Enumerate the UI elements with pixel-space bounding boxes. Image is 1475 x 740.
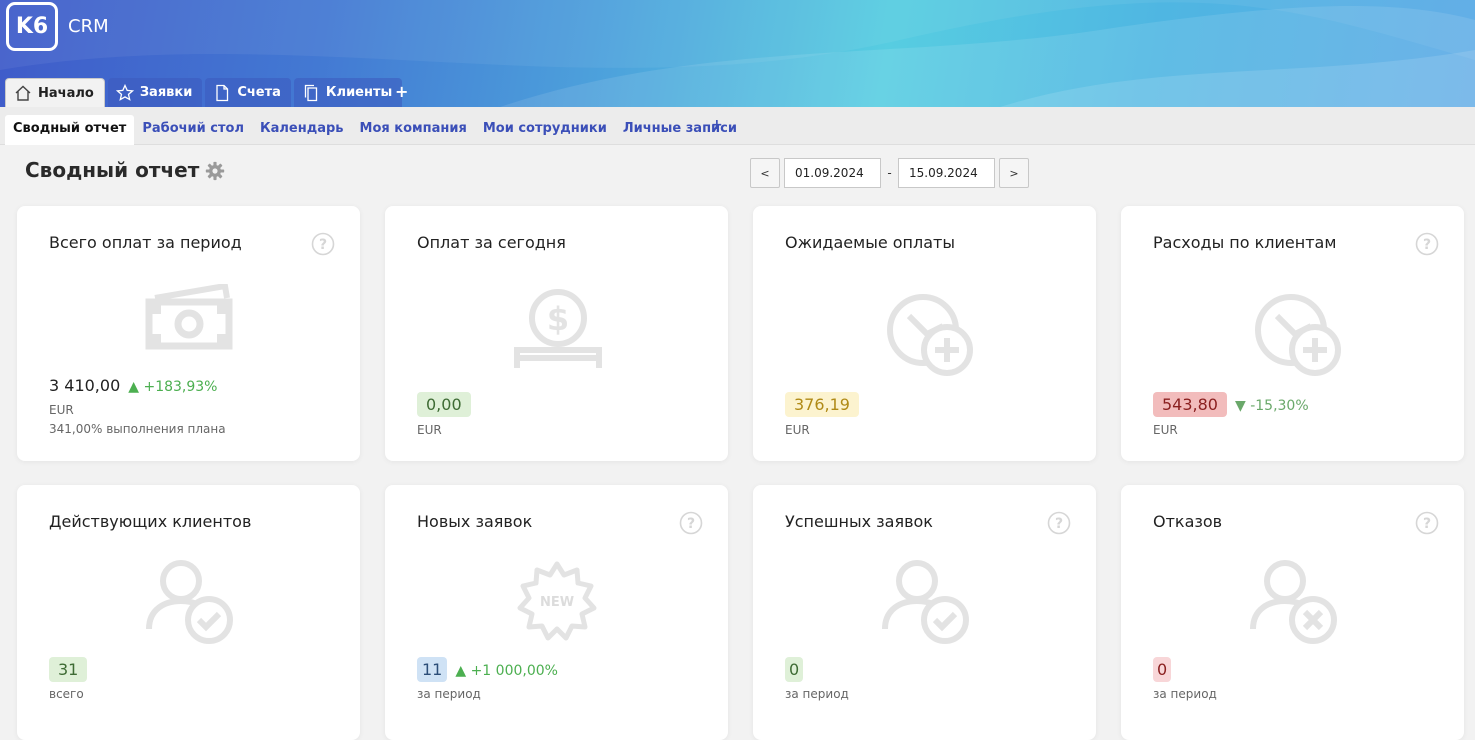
gear-icon[interactable]: [204, 160, 226, 182]
card-title: Всего оплат за период: [49, 233, 242, 252]
card-title: Ожидаемые оплаты: [785, 233, 955, 252]
user-check-icon: [146, 560, 233, 644]
card-value-row: 11 ▲ +1 000,00%: [417, 657, 558, 682]
tab-invoices[interactable]: Счета: [205, 78, 291, 107]
card-value: 11: [417, 657, 448, 682]
svg-text:?: ?: [1423, 237, 1431, 253]
card-value-row: 0,00: [417, 392, 471, 417]
subtab-calendar[interactable]: Календарь: [252, 115, 352, 145]
card-value: 376,19: [785, 392, 859, 417]
card-value-row: 0: [785, 657, 804, 682]
card-value: 543,80: [1153, 392, 1227, 417]
copy-icon: [304, 84, 318, 101]
add-tab-button[interactable]: +: [395, 82, 408, 101]
subtab-desktop[interactable]: Рабочий стол: [134, 115, 252, 145]
help-icon[interactable]: ?: [1047, 511, 1071, 535]
new-badge-icon: NEW: [517, 561, 597, 641]
svg-text:?: ?: [1055, 516, 1063, 532]
tab-home[interactable]: Начало: [5, 78, 105, 107]
card-currency: EUR: [785, 423, 810, 437]
card-note: за период: [785, 687, 849, 701]
page-title: Сводный отчет: [25, 158, 200, 182]
svg-text:?: ?: [687, 516, 695, 532]
card-new-requests: Новых заявок ? NEW 11 ▲ +1 000,00% за пер…: [385, 485, 728, 740]
card-value: 0: [1153, 657, 1172, 682]
card-value: 31: [49, 657, 88, 682]
card-title: Успешных заявок: [785, 512, 933, 531]
date-from-input[interactable]: 01.09.2024: [784, 158, 881, 188]
tab-home-label: Начало: [38, 85, 94, 101]
date-to-input[interactable]: 15.09.2024: [898, 158, 995, 188]
user-check-icon: [882, 560, 969, 644]
card-plan-completion: 341,00% выполнения плана: [49, 422, 226, 436]
card-value-row: 543,80 ▼ -15,30%: [1153, 392, 1309, 417]
subtab-my-employees[interactable]: Мои сотрудники: [475, 115, 615, 145]
app-logo[interactable]: K6: [6, 2, 58, 51]
tab-clients-label: Клиенты: [325, 85, 393, 100]
new-badge-text: NEW: [540, 595, 574, 610]
subtab-summary-report[interactable]: Сводный отчет: [5, 115, 135, 145]
document-icon: [216, 84, 229, 101]
card-currency: EUR: [417, 423, 442, 437]
card-expected-payments: Ожидаемые оплаты 376,19 EUR: [753, 206, 1096, 461]
card-delta: ▼ -15,30%: [1234, 398, 1309, 414]
date-separator: -: [887, 166, 892, 180]
tab-invoices-label: Счета: [237, 85, 281, 100]
user-cross-icon: [1250, 560, 1337, 644]
card-value: 0,00: [417, 392, 471, 417]
card-value-row: 0: [1153, 657, 1172, 682]
subtab-personal-notes[interactable]: Личные записи: [615, 115, 745, 145]
help-icon[interactable]: ?: [679, 511, 703, 535]
card-title: Расходы по клиентам: [1153, 233, 1337, 252]
help-icon[interactable]: ?: [311, 232, 335, 256]
svg-text:?: ?: [319, 237, 327, 253]
sub-navigation: Сводный отчет Рабочий стол Календарь Моя…: [0, 107, 1475, 145]
date-range-picker: < 01.09.2024 - 15.09.2024 >: [750, 158, 1029, 188]
main-content: Сводный отчет < 01.09.2024 - 15.09.2024 …: [0, 145, 1475, 740]
card-title: Отказов: [1153, 512, 1223, 531]
prev-period-button[interactable]: <: [750, 158, 780, 188]
help-icon[interactable]: ?: [1415, 232, 1439, 256]
star-icon: [115, 83, 134, 101]
app-header: K6 CRM Начало Заявки Счета Клиенты +: [0, 0, 1475, 107]
card-successful-requests: Успешных заявок ? 0 за период: [753, 485, 1096, 740]
help-icon[interactable]: ?: [1415, 511, 1439, 535]
card-total-payments: Всего оплат за период ? 3 410,00 ▲ +183,9…: [17, 206, 360, 461]
svg-text:$: $: [547, 300, 569, 338]
app-name: CRM: [68, 16, 109, 37]
next-period-button[interactable]: >: [999, 158, 1029, 188]
card-active-clients: Действующих клиентов 31 всего: [17, 485, 360, 740]
card-delta: ▲ +1 000,00%: [455, 663, 558, 679]
card-currency: EUR: [49, 403, 74, 417]
card-today-payments: Оплат за сегодня $ 0,00 EUR: [385, 206, 728, 461]
card-note: за период: [1153, 687, 1217, 701]
tab-clients[interactable]: Клиенты: [293, 78, 403, 107]
svg-text:?: ?: [1423, 516, 1431, 532]
card-client-expenses: Расходы по клиентам ? 543,80 ▼ -15,30% EU…: [1121, 206, 1464, 461]
card-value-row: 3 410,00 ▲ +183,93%: [49, 376, 218, 395]
clock-plus-icon: [1255, 294, 1341, 376]
home-icon: [15, 85, 31, 101]
banknote-icon: [145, 284, 233, 350]
card-value-row: 31: [49, 657, 88, 682]
card-value: 0: [785, 657, 804, 682]
card-currency: EUR: [1153, 423, 1178, 437]
card-value-row: 376,19: [785, 392, 859, 417]
tab-requests-label: Заявки: [139, 85, 193, 100]
card-note: всего: [49, 687, 84, 701]
card-note: за период: [417, 687, 481, 701]
card-delta: ▲ +183,93%: [128, 379, 218, 395]
card-title: Новых заявок: [417, 512, 533, 531]
card-title: Действующих клиентов: [49, 512, 252, 531]
clock-plus-icon: [887, 294, 973, 376]
coin-hand-icon: $: [514, 289, 602, 368]
main-tabs: Начало Заявки Счета Клиенты: [5, 78, 403, 107]
subtab-my-company[interactable]: Моя компания: [352, 115, 475, 145]
add-subtab-button[interactable]: +: [711, 117, 723, 133]
card-value: 3 410,00: [49, 376, 121, 395]
tab-requests[interactable]: Заявки: [107, 78, 203, 107]
card-rejections: Отказов ? 0 за период: [1121, 485, 1464, 740]
card-title: Оплат за сегодня: [417, 233, 566, 252]
